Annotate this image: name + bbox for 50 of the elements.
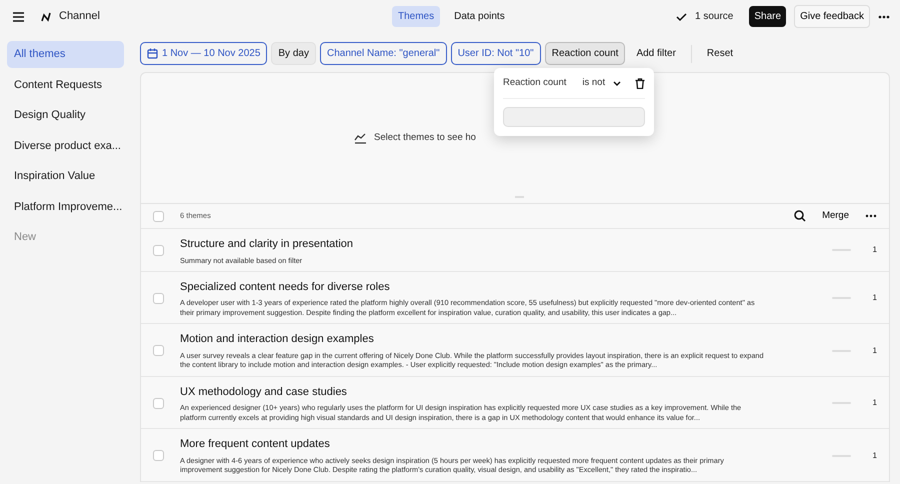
- check-icon: [676, 12, 688, 22]
- mention-count: 1: [872, 450, 877, 462]
- row-checkbox[interactable]: [153, 292, 164, 304]
- view-tab[interactable]: Themes: [392, 6, 440, 27]
- theme-title[interactable]: Specialized content needs for diverse roles: [180, 278, 816, 296]
- mention-count: 1: [872, 292, 877, 304]
- channel-title: Channel: [59, 9, 100, 24]
- value-input-field[interactable]: [503, 107, 645, 128]
- menu-icon[interactable]: [12, 10, 25, 22]
- row-checkbox[interactable]: [153, 450, 164, 462]
- filter-chip[interactable]: Channel Name: "general": [320, 42, 447, 65]
- more-icon[interactable]: [878, 14, 890, 18]
- date-range-button[interactable]: 1 Nov — 10 Nov 2025: [140, 42, 268, 65]
- feedback-button[interactable]: Give feedback: [794, 5, 870, 28]
- calendar-icon: [147, 48, 158, 59]
- theme-title[interactable]: More frequent content updates: [180, 436, 816, 453]
- sidebar-item[interactable]: Content Requests: [7, 72, 124, 98]
- row-checkbox[interactable]: [153, 398, 164, 409]
- sidebar-item[interactable]: Design Quality: [7, 102, 124, 128]
- select-all-checkbox[interactable]: [153, 210, 164, 222]
- line-chart-icon: [354, 132, 366, 144]
- sidebar-item[interactable]: Platform Improveme...: [7, 194, 124, 220]
- mention-count: 1: [872, 397, 877, 410]
- row-checkbox[interactable]: [153, 345, 164, 356]
- mention-count: 1: [872, 344, 877, 357]
- delete-icon[interactable]: [635, 78, 645, 89]
- share-button[interactable]: Share: [749, 6, 786, 27]
- sidebar-item[interactable]: Diverse product exa...: [7, 132, 124, 159]
- theme-title[interactable]: Structure and clarity in presentation: [180, 236, 816, 252]
- sidebar-item[interactable]: Inspiration Value: [7, 163, 124, 190]
- operator-dropdown[interactable]: is not: [582, 76, 622, 90]
- add-filter-button[interactable]: Add filter: [629, 42, 683, 65]
- sidebar-item[interactable]: All themes: [7, 41, 124, 68]
- theme-title[interactable]: UX methodology and case studies: [180, 384, 816, 400]
- source-count[interactable]: 1 source: [695, 9, 734, 24]
- view-tab[interactable]: Data points: [448, 6, 511, 27]
- caret-icon: [613, 80, 622, 86]
- empty-chart-message: Select themes to see ho: [374, 130, 476, 145]
- search-icon[interactable]: [794, 210, 806, 222]
- filter-field-label: Reaction count: [503, 76, 566, 90]
- more-icon[interactable]: [865, 214, 877, 218]
- interval-button[interactable]: By day: [271, 42, 316, 65]
- zigzag-icon: [41, 12, 51, 22]
- filter-chip[interactable]: Reaction count: [544, 42, 626, 65]
- mention-count: 1: [872, 244, 877, 256]
- merge-button[interactable]: Merge: [822, 208, 849, 224]
- reset-button[interactable]: Reset: [700, 42, 740, 65]
- theme-title[interactable]: Motion and interaction design examples: [180, 331, 816, 348]
- filter-chip[interactable]: User ID: Not "10": [450, 42, 541, 65]
- row-checkbox[interactable]: [153, 244, 164, 256]
